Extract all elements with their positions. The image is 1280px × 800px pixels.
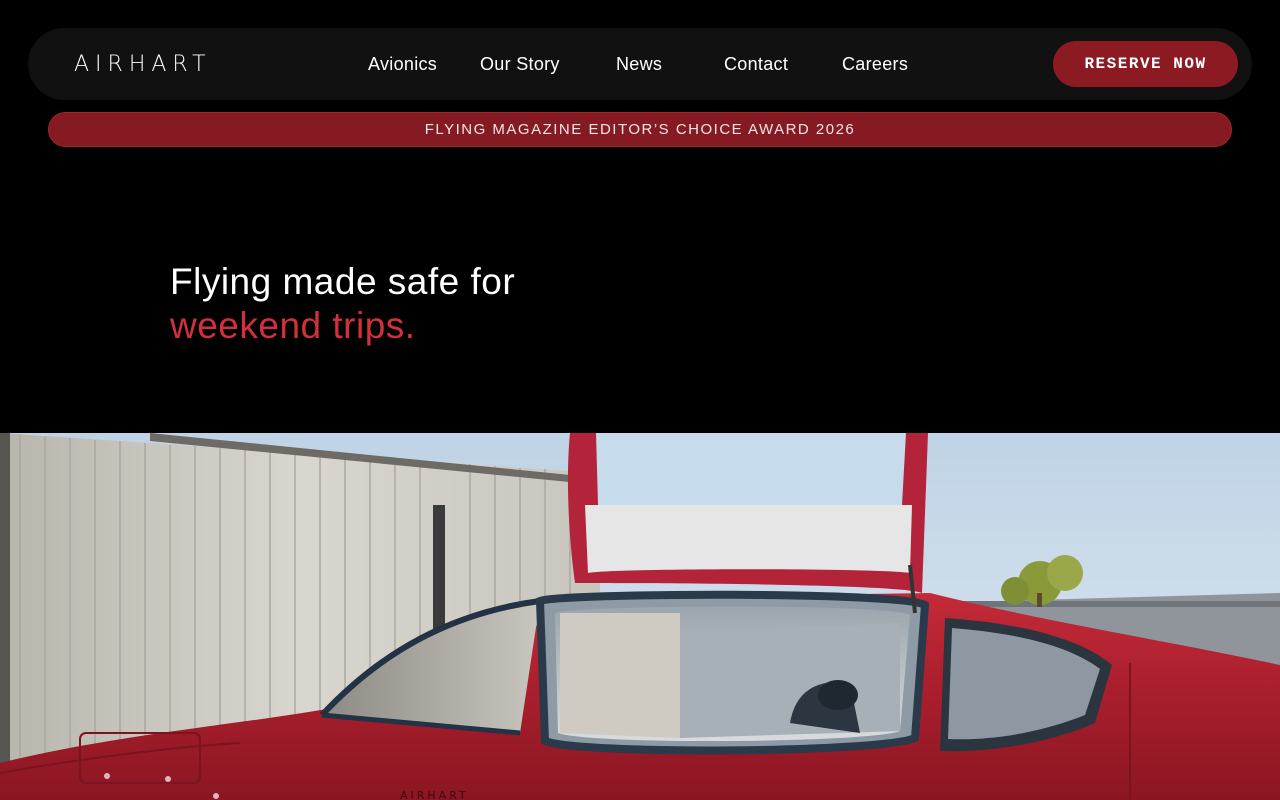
nav-link-our-story[interactable]: Our Story: [480, 28, 560, 100]
hero-headline-line1: Flying made safe for: [170, 261, 516, 302]
award-banner-text: FLYING MAGAZINE EDITOR’S CHOICE AWARD 20…: [424, 121, 856, 138]
page: AIRHART Avionics Our Story News Contact …: [0, 0, 1280, 800]
nav-link-news[interactable]: News: [616, 28, 662, 100]
top-navbar: AIRHART Avionics Our Story News Contact …: [28, 28, 1252, 100]
award-banner[interactable]: FLYING MAGAZINE EDITOR’S CHOICE AWARD 20…: [48, 112, 1232, 147]
aircraft-livery-text: AIRHART: [400, 789, 469, 800]
nav-link-avionics[interactable]: Avionics: [368, 28, 437, 100]
hero-aircraft-image: AIRHART: [0, 433, 1280, 800]
nav-link-careers[interactable]: Careers: [842, 28, 908, 100]
hero-headline: Flying made safe for weekend trips.: [170, 260, 515, 348]
nav-link-contact[interactable]: Contact: [724, 28, 788, 100]
reserve-now-button[interactable]: RESERVE NOW: [1053, 41, 1238, 87]
aircraft-photo-illustration: AIRHART: [0, 433, 1280, 800]
hero-headline-highlight: weekend trips.: [170, 305, 416, 346]
